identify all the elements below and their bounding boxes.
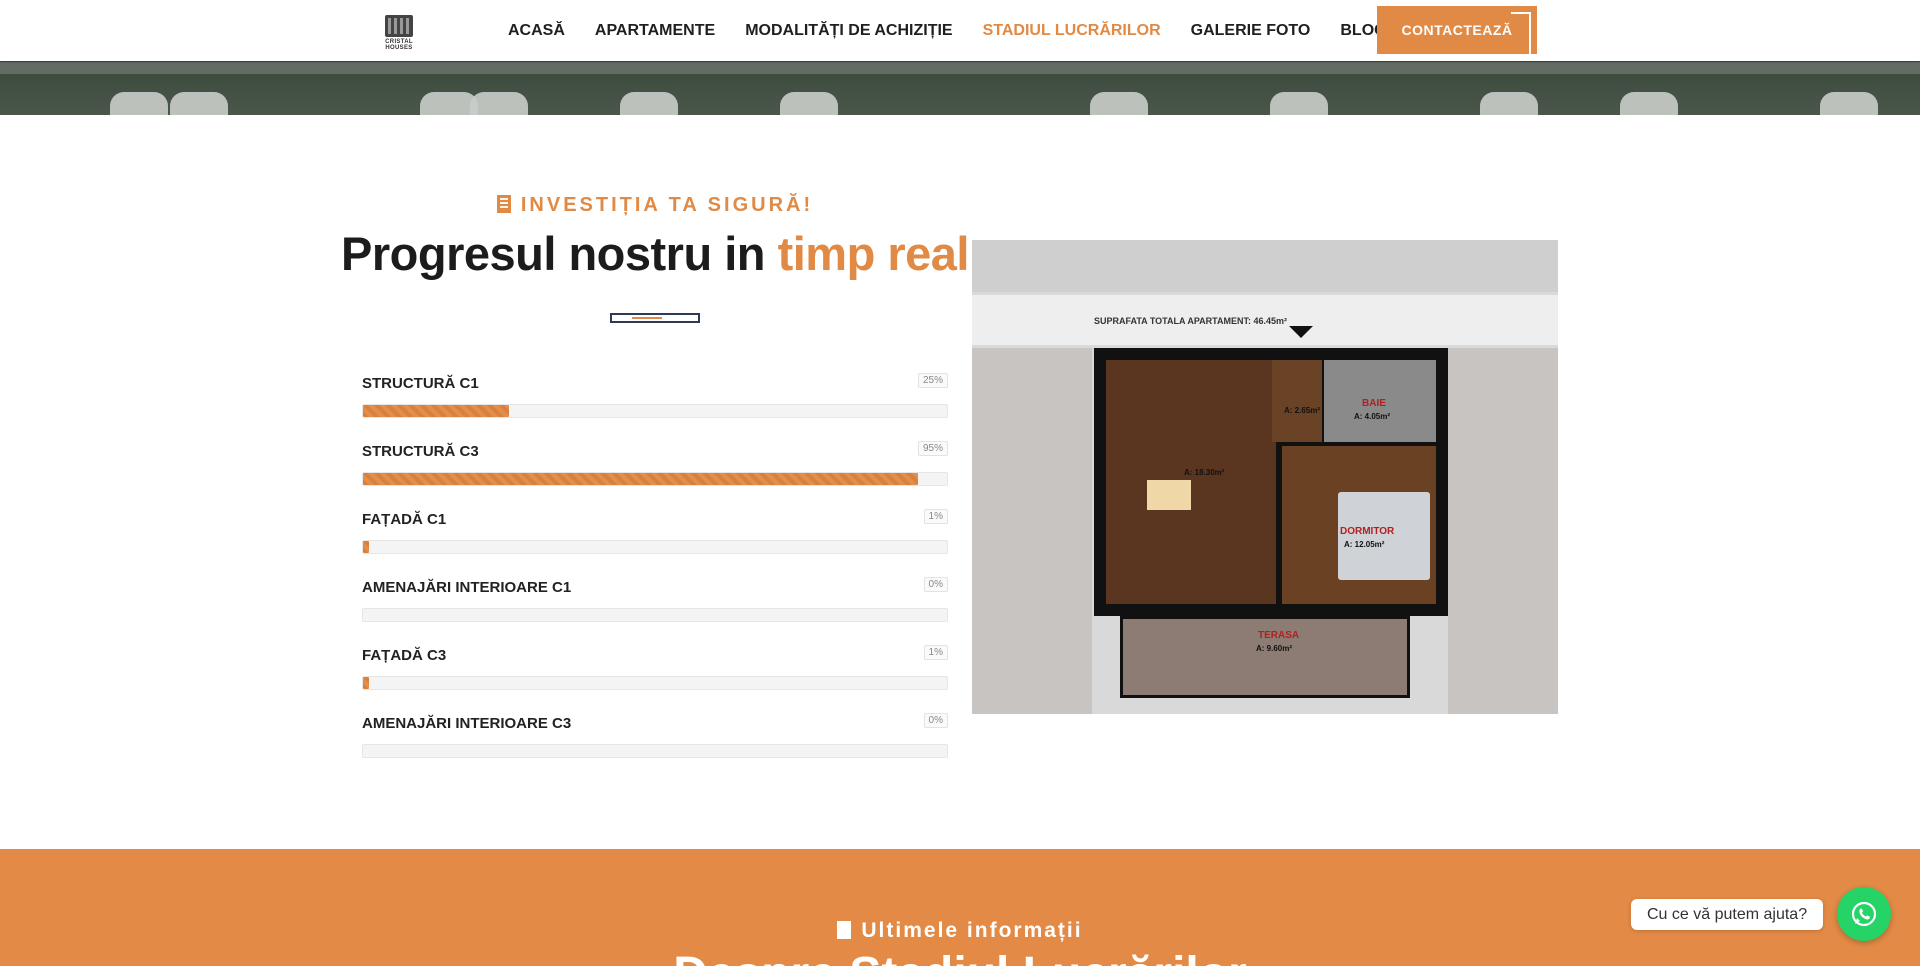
nav-item-apartamente[interactable]: APARTAMENTE bbox=[595, 22, 715, 40]
floor-plan-image: SUPRAFATA TOTALA APARTAMENT: 46.45m² A: … bbox=[972, 240, 1558, 714]
section-title: Progresul nostru in timp real bbox=[340, 226, 970, 281]
progress-fill bbox=[363, 677, 369, 689]
progress-percent: 1% bbox=[923, 509, 948, 524]
progress-label: FAȚADĂ C3 bbox=[362, 647, 447, 664]
plan-room-area: A: 12.05m² bbox=[1344, 540, 1385, 549]
nav-item-galerie-foto[interactable]: GALERIE FOTO bbox=[1191, 22, 1311, 40]
plan-room-area: A: 4.05m² bbox=[1354, 412, 1391, 421]
title-divider bbox=[610, 313, 700, 323]
hero-car bbox=[1480, 92, 1538, 115]
section-eyebrow-text: INVESTIȚIA TA SIGURĂ! bbox=[520, 194, 814, 216]
nav-item-stadiul-lucrarilor[interactable]: STADIUL LUCRĂRILOR bbox=[983, 22, 1161, 40]
whatsapp-icon bbox=[1851, 901, 1877, 927]
progress-percent: 0% bbox=[923, 577, 948, 592]
plan-room-area: A: 2.65m² bbox=[1284, 406, 1321, 415]
plan-living-room bbox=[1106, 360, 1276, 604]
nav-item-modalitati[interactable]: MODALITĂȚI DE ACHIZIȚIE bbox=[745, 22, 952, 40]
latest-info-eyebrow-text: Ultimele informații bbox=[861, 919, 1083, 942]
progress-track bbox=[362, 404, 948, 418]
progress-track bbox=[362, 608, 948, 622]
hero-road bbox=[0, 62, 1920, 74]
progress-item: STRUCTURĂ C1 25% bbox=[362, 370, 948, 438]
brand-logo-text: CRISTAL HOUSES bbox=[385, 39, 413, 51]
hero-car bbox=[1820, 92, 1878, 115]
plan-room-name: DORMITOR bbox=[1340, 526, 1395, 537]
progress-label: FAȚADĂ C1 bbox=[362, 511, 447, 528]
section-title-main: Progresul nostru in bbox=[341, 227, 778, 280]
progress-fill bbox=[363, 541, 369, 553]
progress-fill bbox=[363, 405, 509, 417]
progress-bars: STRUCTURĂ C1 25% STRUCTURĂ C3 95% FAȚADĂ… bbox=[362, 370, 948, 778]
hero-car bbox=[170, 92, 228, 115]
plan-room-name: TERASA bbox=[1258, 630, 1300, 641]
building-icon bbox=[837, 921, 852, 939]
progress-percent: 1% bbox=[923, 645, 948, 660]
plan-neighbor-top bbox=[972, 240, 1558, 292]
brand-logo[interactable]: CRISTAL HOUSES bbox=[381, 13, 417, 51]
hero-car bbox=[1090, 92, 1148, 115]
plan-room-name: BAIE bbox=[1362, 398, 1386, 409]
hero-car bbox=[780, 92, 838, 115]
plan-total-area: SUPRAFATA TOTALA APARTAMENT: 46.45m² bbox=[1094, 316, 1288, 326]
plan-neighbor-left bbox=[972, 348, 1092, 714]
plan-room-area: A: 9.60m² bbox=[1256, 644, 1293, 653]
progress-item: AMENAJĂRI INTERIOARE C1 0% bbox=[362, 574, 948, 642]
hero-car bbox=[110, 92, 168, 115]
progress-item: AMENAJĂRI INTERIOARE C3 0% bbox=[362, 710, 948, 778]
whatsapp-chat-button[interactable] bbox=[1837, 887, 1891, 941]
section-eyebrow: INVESTIȚIA TA SIGURĂ! bbox=[362, 194, 948, 217]
plan-neighbor-right bbox=[1448, 348, 1558, 714]
progress-track bbox=[362, 744, 948, 758]
progress-percent: 25% bbox=[917, 373, 948, 388]
hero-car bbox=[1620, 92, 1678, 115]
nav-item-acasa[interactable]: ACASĂ bbox=[508, 22, 565, 40]
progress-label: AMENAJĂRI INTERIOARE C1 bbox=[362, 579, 572, 596]
plan-room-area: A: 18.30m² bbox=[1184, 468, 1225, 477]
plan-hallway bbox=[1272, 360, 1322, 442]
plan-terrace bbox=[1120, 616, 1410, 698]
building-icon bbox=[496, 195, 511, 213]
progress-fill bbox=[363, 473, 918, 485]
progress-label: STRUCTURĂ C3 bbox=[362, 443, 479, 460]
latest-info-heading: Despre Stadiul Lucrărilor bbox=[0, 951, 1920, 966]
progress-percent: 0% bbox=[923, 713, 948, 728]
hero-car bbox=[620, 92, 678, 115]
progress-track bbox=[362, 540, 948, 554]
progress-item: FAȚADĂ C3 1% bbox=[362, 642, 948, 710]
progress-item: STRUCTURĂ C3 95% bbox=[362, 438, 948, 506]
top-navbar: CRISTAL HOUSES ACASĂ APARTAMENTE MODALIT… bbox=[0, 0, 1920, 61]
progress-track bbox=[362, 676, 948, 690]
progress-percent: 95% bbox=[917, 441, 948, 456]
main-menu: ACASĂ APARTAMENTE MODALITĂȚI DE ACHIZIȚI… bbox=[508, 0, 1417, 61]
progress-label: AMENAJĂRI INTERIOARE C3 bbox=[362, 715, 572, 732]
progress-track bbox=[362, 472, 948, 486]
hero-car bbox=[470, 92, 528, 115]
progress-label: STRUCTURĂ C1 bbox=[362, 375, 479, 392]
plan-dining-table bbox=[1147, 480, 1191, 510]
progress-item: FAȚADĂ C1 1% bbox=[362, 506, 948, 574]
section-title-accent: timp real bbox=[777, 227, 970, 280]
hero-car bbox=[1270, 92, 1328, 115]
chat-prompt-bubble[interactable]: Cu ce vă putem ajuta? bbox=[1631, 899, 1824, 930]
building-logo-icon bbox=[385, 15, 413, 37]
entrance-arrow-icon bbox=[1289, 326, 1313, 338]
contact-button[interactable]: CONTACTEAZĂ bbox=[1377, 6, 1537, 56]
